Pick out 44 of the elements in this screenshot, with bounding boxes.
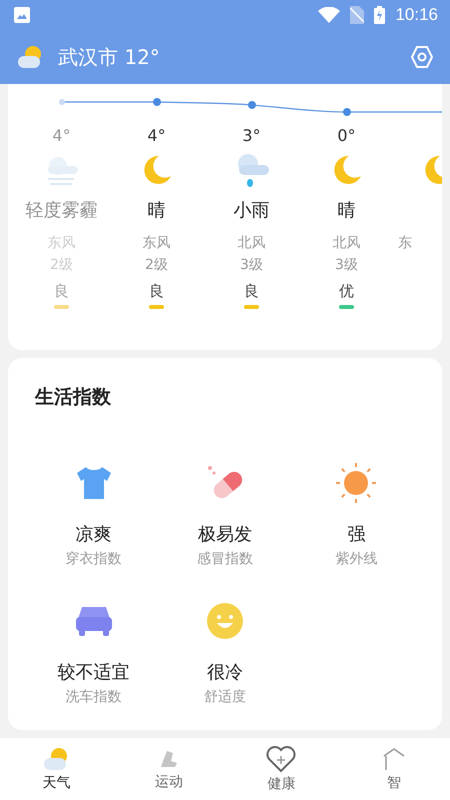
index-label: 紫外线 bbox=[335, 550, 378, 568]
hour-condition: 晴 bbox=[338, 199, 356, 223]
wind-level: 3级 bbox=[335, 256, 358, 275]
air-quality: 良 bbox=[149, 282, 164, 301]
wind-level: 2级 bbox=[145, 256, 168, 275]
index-value: 较不适宜 bbox=[58, 661, 130, 684]
partly-cloudy-icon bbox=[16, 44, 44, 70]
index-label: 舒适度 bbox=[204, 688, 246, 706]
nav-tab[interactable]: 健康 bbox=[225, 738, 338, 800]
wind-level: 3级 bbox=[240, 256, 263, 275]
hour-temperature: 4° bbox=[147, 126, 166, 147]
index-label: 洗车指数 bbox=[66, 688, 122, 706]
air-quality: 良 bbox=[244, 282, 259, 301]
wind-direction: 东 bbox=[398, 234, 412, 253]
image-icon bbox=[14, 7, 30, 23]
index-label: 感冒指数 bbox=[196, 550, 253, 568]
air-quality: 优 bbox=[339, 282, 354, 301]
index-value: 强 bbox=[347, 523, 366, 546]
index-label: 穿衣指数 bbox=[66, 550, 122, 568]
nav-tab[interactable]: 天气 bbox=[0, 738, 112, 800]
wind-direction: 北风 bbox=[238, 234, 266, 253]
hour-temperature: 3° bbox=[242, 126, 261, 147]
index-value: 极易发 bbox=[198, 523, 252, 546]
section-title: 生活指数 bbox=[35, 385, 112, 410]
wind-direction: 北风 bbox=[332, 234, 360, 253]
hour-condition: 晴 bbox=[148, 199, 166, 223]
index-value: 凉爽 bbox=[76, 523, 112, 546]
battery-charging-icon bbox=[374, 6, 386, 24]
nav-tab[interactable]: 运动 bbox=[112, 738, 225, 800]
wind-direction: 东风 bbox=[142, 234, 170, 253]
wifi-icon bbox=[318, 7, 340, 23]
hour-condition: 轻度雾霾 bbox=[26, 199, 98, 223]
no-sim-icon bbox=[350, 6, 364, 24]
smiley-icon bbox=[206, 602, 244, 640]
city-temperature: 武汉市 12° bbox=[58, 44, 161, 70]
air-quality: 良 bbox=[54, 282, 69, 301]
hour-temperature: 0° bbox=[337, 126, 356, 147]
settings-icon[interactable] bbox=[410, 45, 434, 69]
hour-temperature: 4° bbox=[52, 126, 71, 147]
heart-plus-icon bbox=[266, 745, 296, 773]
index-value: 很冷 bbox=[206, 661, 243, 684]
nav-tab[interactable]: 智 bbox=[338, 738, 450, 800]
status-time: 10:16 bbox=[395, 5, 438, 25]
hour-condition: 小雨 bbox=[234, 199, 270, 223]
